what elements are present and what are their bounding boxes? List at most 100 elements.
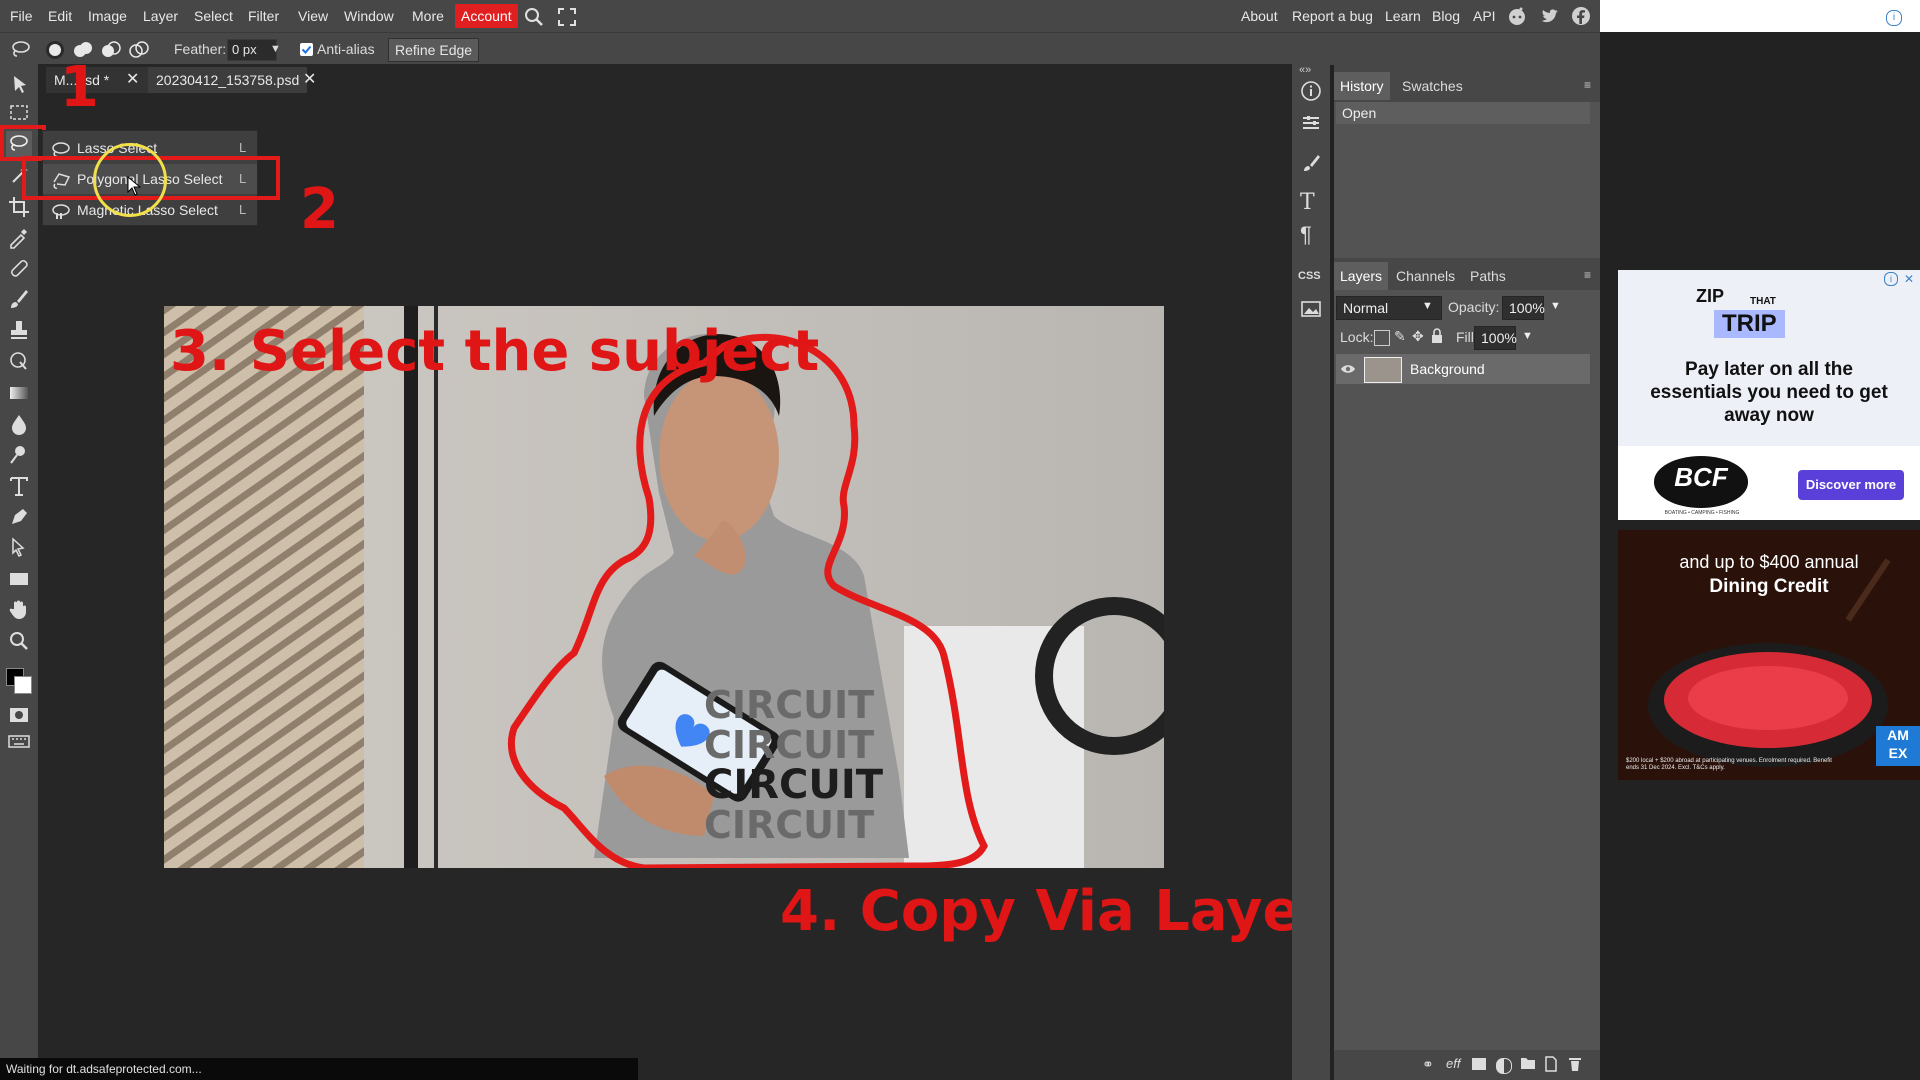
type-tool-icon[interactable]: [6, 473, 32, 499]
discover-more-button[interactable]: Discover more: [1798, 470, 1904, 500]
healing-brush-tool-icon[interactable]: [6, 255, 32, 281]
menu-bar: File Edit Image Layer Select Filter View…: [0, 0, 1600, 32]
new-group-icon[interactable]: [1520, 1056, 1536, 1070]
lock-position-icon[interactable]: ✥: [1412, 328, 1424, 345]
ad-close-icon[interactable]: ✕: [1902, 272, 1916, 286]
magnetic-lasso-icon: [51, 201, 71, 219]
intersect-selection-icon[interactable]: [128, 39, 150, 61]
lasso-tool-icon: [10, 39, 32, 59]
tab-swatches[interactable]: Swatches: [1396, 72, 1469, 100]
menu-file[interactable]: File: [6, 0, 37, 32]
link-layers-icon[interactable]: ⚭: [1422, 1056, 1434, 1073]
tab-layers[interactable]: Layers: [1334, 262, 1389, 290]
canvas-photo[interactable]: CIRCUIT CIRCUIT CIRCUIT CIRCUIT: [164, 306, 1164, 868]
facebook-icon[interactable]: [1571, 6, 1591, 26]
background-color-swatch[interactable]: [14, 676, 32, 694]
ad-banner-amex[interactable]: and up to $400 annual Dining Credit $200…: [1618, 530, 1920, 780]
status-bar: Waiting for dt.adsafeprotected.com...: [0, 1058, 638, 1080]
layers-menu-icon[interactable]: ≡: [1584, 268, 1591, 282]
collapse-arrows-icon[interactable]: «»: [1299, 64, 1311, 76]
rectangle-tool-icon[interactable]: [6, 566, 32, 592]
adjustments-icon[interactable]: [1300, 112, 1322, 134]
dodge-tool-icon[interactable]: [6, 442, 32, 468]
menu-account[interactable]: Account: [455, 4, 518, 28]
doc-tab-2-close-icon[interactable]: ✕: [303, 67, 316, 93]
feather-dropdown-icon[interactable]: ▼: [270, 33, 281, 65]
shirt-text-4: CIRCUIT: [704, 803, 874, 847]
brush-tool-icon[interactable]: [6, 286, 32, 312]
fullscreen-icon[interactable]: [556, 6, 578, 28]
menu-filter[interactable]: Filter: [244, 0, 283, 32]
blend-dropdown-icon[interactable]: ▼: [1422, 300, 1433, 312]
info-icon[interactable]: [1300, 80, 1322, 102]
doc-tab-2[interactable]: 20230412_153758.psd: [148, 67, 308, 93]
ad2-fine-print: $200 local + $200 abroad at participatin…: [1626, 758, 1832, 771]
reddit-icon[interactable]: [1507, 6, 1527, 26]
layer-row-background[interactable]: Background: [1336, 354, 1590, 384]
lock-pixels-icon[interactable]: ✎: [1394, 328, 1406, 345]
opacity-input[interactable]: 100%: [1502, 296, 1545, 320]
layers-footer: ⚭ eff: [1334, 1050, 1600, 1080]
fill-dropdown-icon[interactable]: ▼: [1522, 330, 1533, 342]
link-learn[interactable]: Learn: [1385, 0, 1421, 32]
step-3-label: 3. Select the subject: [170, 319, 820, 384]
delete-layer-icon[interactable]: [1568, 1056, 1582, 1072]
tab-paths[interactable]: Paths: [1464, 262, 1512, 290]
fill-input[interactable]: 100%: [1474, 326, 1517, 350]
zip-trip-text: TRIP: [1714, 310, 1785, 338]
step-2-label: 2: [300, 177, 339, 242]
menu-more[interactable]: More: [408, 0, 448, 32]
ad-banner-zip[interactable]: ✕ i ZIP THAT TRIP Pay later on all the e…: [1618, 270, 1920, 520]
lock-all-icon[interactable]: [1430, 328, 1444, 344]
antialias-checkbox[interactable]: [300, 43, 313, 56]
lock-transparency-icon[interactable]: [1374, 330, 1390, 346]
menu-view[interactable]: View: [294, 0, 332, 32]
path-select-tool-icon[interactable]: [6, 535, 32, 561]
tab-history[interactable]: History: [1334, 72, 1390, 100]
doc-tab-1-close-icon[interactable]: ✕: [126, 67, 139, 93]
menu-edit[interactable]: Edit: [44, 0, 76, 32]
tab-channels[interactable]: Channels: [1390, 262, 1461, 290]
image-panel-icon[interactable]: [1300, 298, 1322, 320]
zoom-tool-icon[interactable]: [6, 628, 32, 654]
ad-info-icon[interactable]: i: [1886, 10, 1902, 26]
adjustment-layer-icon[interactable]: [1496, 1058, 1512, 1074]
eyedropper-tool-icon[interactable]: [6, 224, 32, 250]
history-brush-tool-icon[interactable]: [6, 348, 32, 374]
new-layer-icon[interactable]: [1544, 1056, 1558, 1072]
css-panel-icon[interactable]: CSS: [1298, 270, 1321, 282]
eye-visibility-icon[interactable]: [1340, 362, 1356, 376]
pen-tool-icon[interactable]: [6, 504, 32, 530]
refine-edge-button[interactable]: Refine Edge: [388, 38, 480, 62]
link-about[interactable]: About: [1241, 0, 1278, 32]
lasso-icon: [51, 139, 71, 157]
marquee-tool-icon[interactable]: [6, 100, 32, 126]
link-report-bug[interactable]: Report a bug: [1292, 0, 1373, 32]
subtract-selection-icon[interactable]: [100, 39, 122, 61]
link-blog[interactable]: Blog: [1432, 0, 1460, 32]
hand-tool-icon[interactable]: [6, 597, 32, 623]
history-item-open[interactable]: Open: [1336, 102, 1590, 124]
keyboard-icon[interactable]: [6, 728, 32, 754]
twitter-icon[interactable]: [1540, 6, 1560, 26]
add-mask-icon[interactable]: [1472, 1058, 1486, 1070]
brush-settings-icon[interactable]: [1300, 152, 1322, 174]
character-icon[interactable]: T: [1300, 192, 1322, 214]
stamp-tool-icon[interactable]: [6, 317, 32, 343]
search-icon[interactable]: [523, 6, 545, 28]
blur-tool-icon[interactable]: [6, 411, 32, 437]
ad-choices-icon[interactable]: i: [1884, 272, 1898, 286]
menu-image[interactable]: Image: [84, 0, 131, 32]
opacity-dropdown-icon[interactable]: ▼: [1550, 300, 1561, 312]
zip-that-text: THAT: [1750, 296, 1776, 307]
menu-select[interactable]: Select: [190, 0, 237, 32]
history-menu-icon[interactable]: ≡: [1584, 78, 1591, 92]
gradient-tool-icon[interactable]: [6, 380, 32, 406]
link-api[interactable]: API: [1473, 0, 1496, 32]
menu-layer[interactable]: Layer: [139, 0, 182, 32]
paragraph-icon[interactable]: ¶: [1300, 224, 1322, 246]
quick-mask-icon[interactable]: [6, 702, 32, 728]
move-tool-icon[interactable]: [6, 72, 32, 98]
layer-effects-icon[interactable]: eff: [1446, 1056, 1460, 1071]
menu-window[interactable]: Window: [340, 0, 398, 32]
